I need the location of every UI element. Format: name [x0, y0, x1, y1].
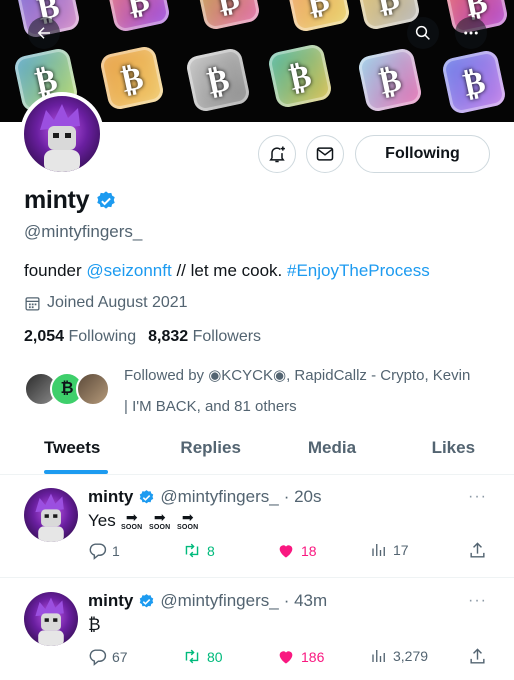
notifications-button[interactable]: [258, 135, 296, 173]
tweet-time[interactable]: · 43m: [284, 591, 327, 611]
calendar-icon: [25, 296, 40, 311]
banner-cube: ₿: [356, 46, 424, 114]
search-button[interactable]: [407, 17, 439, 49]
message-button[interactable]: [306, 135, 344, 173]
tweet-avatar[interactable]: [24, 592, 78, 646]
heart-filled-icon: [279, 545, 293, 558]
views-button[interactable]: 3,279: [370, 647, 428, 665]
following-button[interactable]: Following: [355, 135, 490, 173]
avatar-character-icon: [35, 493, 64, 542]
share-button[interactable]: [468, 647, 487, 666]
follow-stats: 2,054 Following 8,832 Followers: [24, 328, 261, 346]
retweet-icon: [185, 543, 199, 558]
profile-name: minty: [24, 186, 117, 215]
joined-date: Joined August 2021: [24, 294, 188, 312]
follower-avatar: [76, 372, 110, 406]
soon-arrow-emoji: ➡ SOON: [177, 509, 199, 531]
profile-handle: @mintyfingers_: [24, 222, 143, 241]
envelope-icon: [316, 147, 334, 161]
like-button[interactable]: 18: [276, 541, 317, 560]
tweet[interactable]: minty @mintyfingers_ · 43m ··· ₿ 67 80 1…: [0, 579, 514, 680]
profile-bio: founder @seizonnft // let me cook. #Enjo…: [24, 261, 430, 281]
share-button[interactable]: [468, 541, 487, 560]
banner-cube: ₿: [266, 42, 334, 110]
tweet-actions: 1 8 18 17: [88, 541, 498, 563]
views-bar-chart-icon: [372, 544, 385, 556]
tweet-author-handle[interactable]: @mintyfingers_: [160, 591, 278, 611]
joined-text: Joined August 2021: [47, 294, 188, 311]
tweet-more-icon[interactable]: ···: [468, 488, 487, 506]
tweet-author-name[interactable]: minty: [88, 487, 133, 507]
soon-arrow-emoji: ➡ SOON: [149, 509, 171, 531]
retweet-button[interactable]: 80: [182, 647, 223, 666]
tweet-time[interactable]: · 20s: [284, 487, 322, 507]
tab-media[interactable]: Media: [271, 420, 392, 474]
profile-avatar[interactable]: [20, 92, 104, 176]
soon-arrow-emoji: ➡ SOON: [121, 509, 143, 531]
banner-cube: ₿: [104, 0, 172, 34]
heart-filled-icon: [279, 651, 293, 664]
bell-plus-icon: [269, 146, 285, 163]
reply-icon: [89, 543, 107, 560]
reply-button[interactable]: 1: [88, 541, 120, 560]
bio-text: founder: [24, 261, 82, 280]
avatar-character-icon: [40, 104, 80, 172]
reply-button[interactable]: 67: [88, 647, 128, 666]
like-button[interactable]: 186: [276, 647, 324, 666]
profile-tabs: Tweets Replies Media Likes: [0, 420, 514, 475]
banner-cube: ₿: [284, 0, 352, 34]
tweet-actions: 67 80 186 3,279: [88, 647, 498, 669]
reply-icon: [89, 649, 107, 666]
followers-stat[interactable]: 8,832 Followers: [148, 328, 261, 346]
banner-cube: ₿: [184, 46, 252, 114]
share-icon: [470, 542, 485, 558]
verified-badge-icon: [97, 190, 115, 209]
avatar-character-icon: [35, 597, 64, 646]
arrow-left-icon: [37, 27, 50, 39]
verified-badge-icon: [140, 593, 154, 607]
more-horizontal-icon: [464, 31, 478, 35]
tweet-text: ₿: [88, 615, 101, 634]
back-button[interactable]: [28, 17, 60, 49]
profile-display-name: minty: [24, 186, 90, 214]
more-options-button[interactable]: [455, 17, 487, 49]
banner-cube: ₿: [194, 0, 262, 32]
verified-badge-icon: [140, 489, 154, 503]
bio-mention-link[interactable]: @seizonnft: [86, 261, 171, 280]
tweet-header: minty @mintyfingers_ · 20s: [88, 487, 322, 507]
bio-hashtag-link[interactable]: #EnjoyTheProcess: [287, 261, 430, 280]
tweet-author-handle[interactable]: @mintyfingers_: [160, 487, 278, 507]
followed-by-text: Followed by ◉KCYCK◉, RapidCallz - Crypto…: [124, 367, 471, 415]
tweet-more-icon[interactable]: ···: [468, 592, 487, 610]
views-button[interactable]: 17: [370, 541, 409, 559]
tweet-text: Yes ➡ SOON ➡ SOON ➡ SOON: [88, 509, 199, 531]
bio-text: // let me cook.: [176, 261, 283, 280]
tweet-header: minty @mintyfingers_ · 43m: [88, 591, 327, 611]
search-icon: [415, 25, 430, 40]
views-bar-chart-icon: [372, 650, 385, 662]
tweet-avatar[interactable]: [24, 488, 78, 542]
tab-tweets[interactable]: Tweets: [0, 420, 150, 474]
banner-cube: ₿: [440, 48, 508, 116]
tab-replies[interactable]: Replies: [150, 420, 271, 474]
tab-likes[interactable]: Likes: [393, 420, 514, 474]
retweet-icon: [185, 649, 199, 664]
banner-cube: ₿: [98, 44, 166, 112]
tweet-author-name[interactable]: minty: [88, 591, 133, 611]
tweet[interactable]: minty @mintyfingers_ · 20s ··· Yes ➡ SOON…: [0, 476, 514, 578]
retweet-button[interactable]: 8: [182, 541, 215, 560]
following-stat[interactable]: 2,054 Following: [24, 328, 136, 346]
followed-by-row[interactable]: ₿ Followed by ◉KCYCK◉, RapidCallz - Cryp…: [24, 360, 494, 416]
share-icon: [470, 648, 485, 664]
